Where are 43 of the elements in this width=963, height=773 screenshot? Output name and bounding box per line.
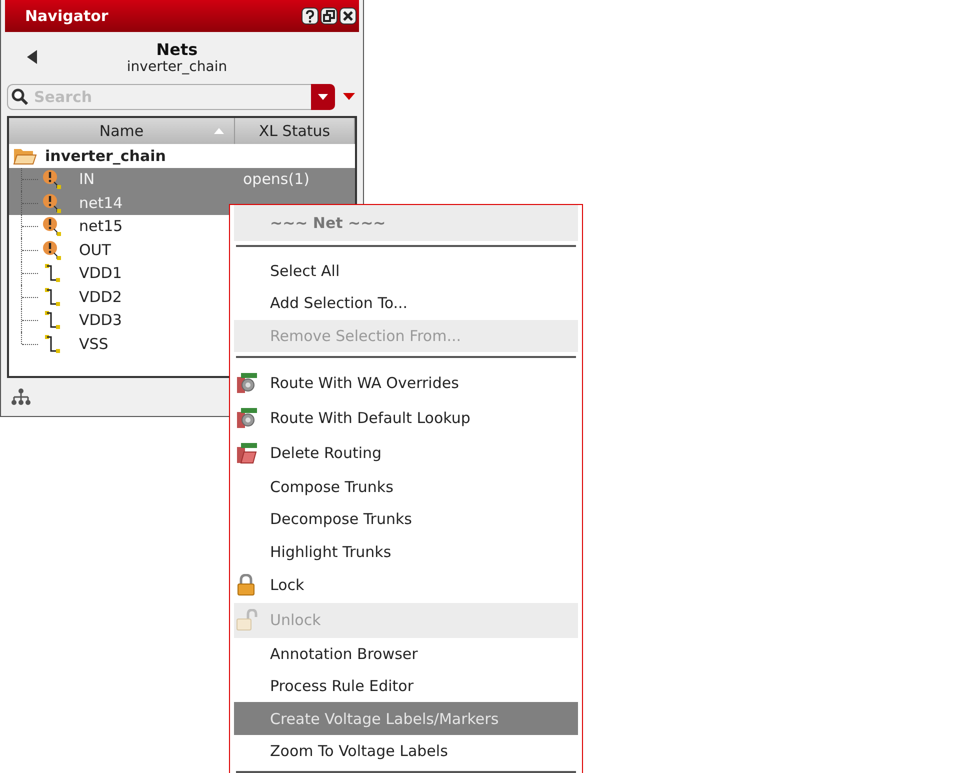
menu-item[interactable]: Delete Routing [234,436,578,471]
restore-icon[interactable] [320,7,338,25]
nets-title: Nets [156,40,198,58]
close-icon[interactable] [339,7,357,25]
net-name: VSS [79,334,110,353]
caret-icon[interactable] [343,93,355,101]
net-name: VDD2 [79,288,123,306]
tree-row[interactable]: inverter_chain [9,144,355,168]
menu-item[interactable]: Route With WA Overrides [234,366,578,401]
net-name: OUT [79,240,112,259]
menu-item[interactable]: Lock [234,568,578,603]
net-name: VDD3 [79,311,123,330]
net-name: net14 [79,194,124,212]
column-header[interactable]: XL Status [235,118,355,144]
help-icon[interactable] [301,7,319,25]
delete-routing-icon [236,442,258,464]
sort-arrow-icon [214,128,224,134]
hierarchy-icon[interactable] [11,388,31,406]
menu-item[interactable]: Add Selection To... [234,287,578,320]
net-name: VDD1 [79,264,123,282]
net-name: IN [79,170,96,188]
column-header[interactable]: Name [9,118,235,144]
net-name: net15 [79,217,124,236]
router-icon [236,407,258,430]
window-title: Navigator [24,7,108,25]
tree-label: inverter_chain [45,146,166,165]
lock-icon [236,574,256,596]
router-icon [236,372,258,394]
menu-item[interactable]: Process Rule Editor [234,670,578,702]
search-icon [11,88,29,106]
menu-item[interactable]: Compose Trunks [234,470,578,504]
back-arrow-icon[interactable] [25,49,39,65]
xl-status: opens(1) [243,170,310,188]
unlock-icon [236,609,258,632]
caret-icon [318,94,328,100]
menu-item[interactable]: Zoom To Voltage Labels [234,734,578,767]
menu-header: ~~~ Net ~~~ [234,205,578,241]
cell-name: inverter_chain [126,58,228,74]
menu-item[interactable]: Highlight Trunks [234,535,578,568]
menu-item[interactable]: Annotation Browser [234,638,578,670]
search-dropdown-button[interactable] [311,84,335,110]
menu-item[interactable]: Decompose Trunks [234,503,578,536]
menu-item[interactable]: Route With Default Lookup [234,400,578,436]
